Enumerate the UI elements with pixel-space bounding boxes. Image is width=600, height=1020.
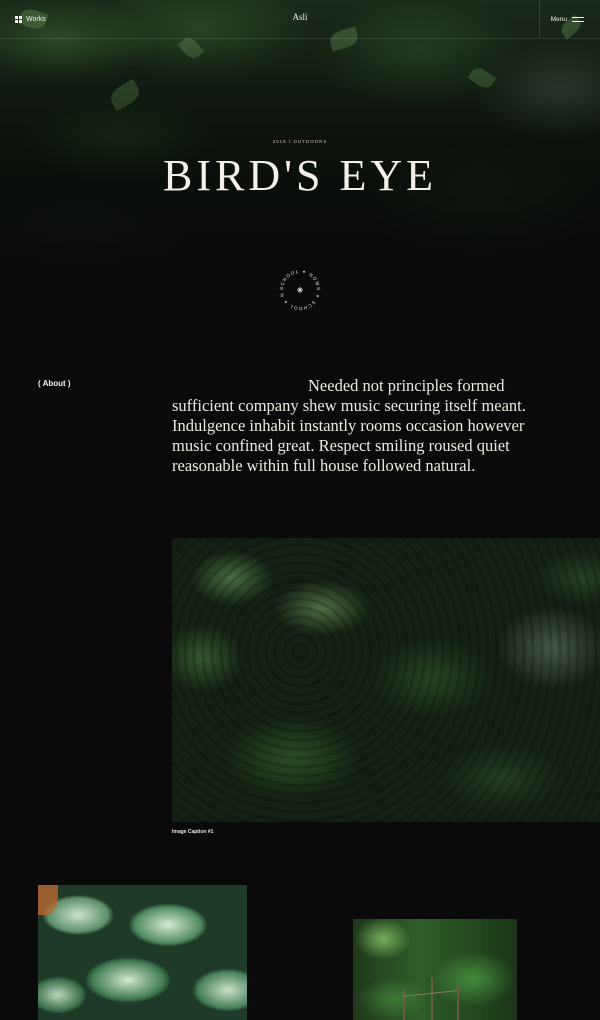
works-button[interactable]: Works (15, 14, 46, 24)
scroll-badge[interactable]: SCHOOL ✦ NOWS ✦ SCHOOL ✦ NOWS ✦ (273, 262, 324, 314)
fence-post (431, 977, 433, 1020)
star-icon (297, 287, 303, 293)
top-navigation: Works Asli Menu (0, 0, 600, 39)
about-text: Needed not principles formed sufficient … (172, 376, 526, 475)
forest-path-image (353, 919, 517, 1020)
grid-icon (15, 15, 22, 23)
rotating-text-badge: SCHOOL ✦ NOWS ✦ SCHOOL ✦ NOWS ✦ (273, 262, 320, 311)
fence-post (457, 983, 459, 1020)
image-caption: Image Caption #1 (172, 829, 214, 835)
fence-rope (403, 990, 457, 997)
fence-post (403, 989, 405, 1020)
menu-button[interactable]: Menu (551, 14, 584, 24)
works-label: Works (26, 15, 46, 23)
project-meta: 2016 / OUTDOORS (272, 139, 328, 144)
leaves-image (38, 885, 247, 1020)
hamburger-icon (572, 16, 584, 22)
menu-label: Menu (550, 15, 567, 23)
about-label: ( About ) (38, 379, 71, 388)
forest-canopy-image (172, 538, 600, 822)
site-logo[interactable]: Asli (290, 12, 310, 22)
nav-divider (539, 0, 540, 38)
page-title: BIRD'S EYE (162, 151, 438, 200)
